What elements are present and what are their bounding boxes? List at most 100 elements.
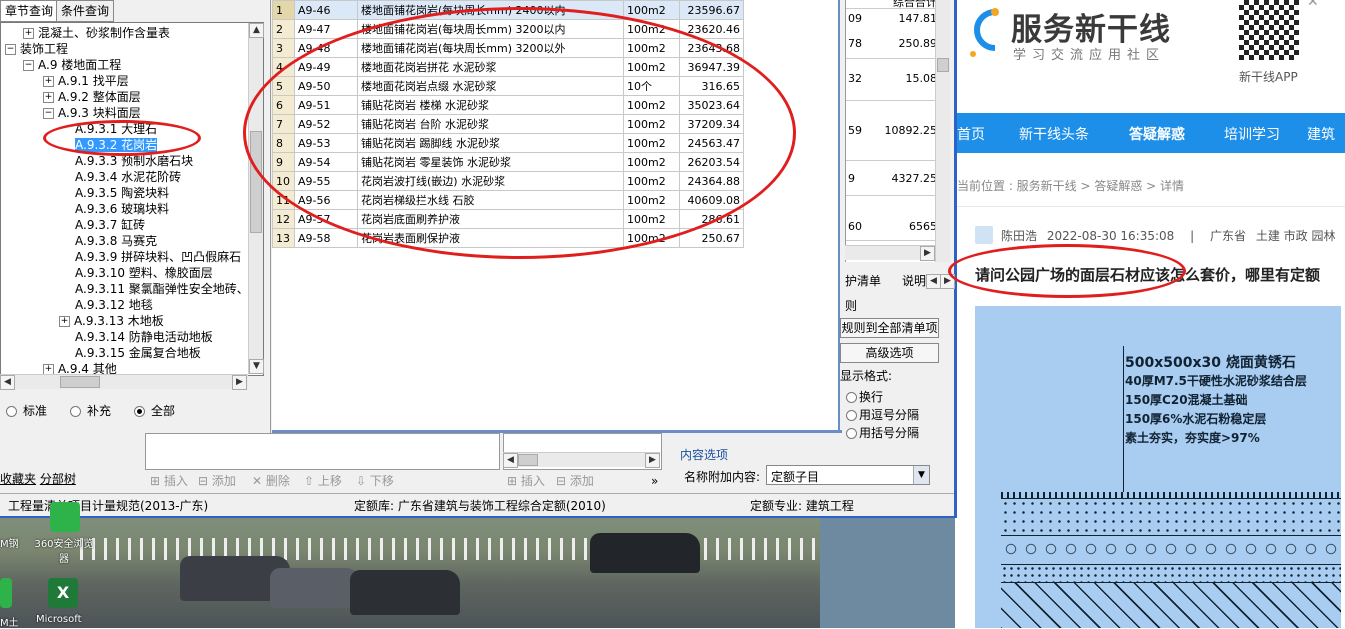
tab-maintain-list[interactable]: 护清单 — [845, 272, 881, 289]
post-meta: 陈田浩 2022-08-30 16:35:08 | 广东省 土建 市政 园林 — [1001, 229, 1336, 243]
car — [270, 568, 360, 608]
scroll-right-icon[interactable]: ▶ — [645, 453, 660, 468]
bg-grid-hscroll[interactable]: ▶ — [845, 245, 935, 261]
move-up-button[interactable]: ⇧ 上移 — [304, 472, 342, 490]
close-icon[interactable]: ✕ — [1307, 0, 1319, 10]
tree-vscroll[interactable]: ▲ ▼ — [248, 23, 264, 374]
arrow-up-icon: ⇧ — [304, 474, 315, 488]
tree-node[interactable]: − 装饰工程 — [5, 41, 68, 57]
tree-node[interactable]: A.9.3.15 金属复合地板 — [75, 345, 201, 361]
status-bar: 工程量清单项目计量规范(2013-广东) 定额库: 广东省建筑与装饰工程综合定额… — [0, 493, 954, 516]
scroll-thumb[interactable] — [518, 454, 538, 466]
expand-icon[interactable]: + — [23, 28, 34, 39]
advanced-options-button[interactable]: 高级选项 — [840, 343, 939, 363]
tree-node[interactable]: A.9.3.12 地毯 — [75, 297, 153, 313]
tree-node[interactable]: − A.9.3 块料面层 — [43, 105, 141, 121]
tree-node[interactable]: + A.9.1 找平层 — [43, 73, 129, 89]
expand-icon[interactable]: + — [43, 92, 54, 103]
add-button[interactable]: ⊟ 添加 — [198, 472, 236, 490]
append-content-select[interactable]: 定额子目 ▼ — [766, 465, 930, 485]
radio-supplement[interactable]: 补充 — [70, 402, 111, 419]
more-icon[interactable]: » — [651, 472, 658, 490]
display-format-label: 显示格式: — [840, 369, 893, 383]
construction-section-drawing[interactable]: 500x500x30 烧面黄锈石 40厚M7.5干硬性水泥砂浆结合层 150厚C… — [975, 306, 1341, 628]
description-box[interactable] — [145, 433, 500, 470]
tab-favorites[interactable]: 收藏夹 — [0, 472, 36, 486]
tree-node-label: A.9.3.10 塑料、橡胶面层 — [75, 266, 213, 280]
secondary-hscroll[interactable]: ◀ ▶ — [503, 452, 660, 468]
format-option-newline[interactable]: 换行 — [846, 388, 883, 405]
tree-node-label: A.9.3 块料面层 — [58, 106, 141, 120]
nav-qa[interactable]: 答疑解惑 — [1129, 124, 1185, 144]
nav-building[interactable]: 建筑 — [1307, 124, 1335, 144]
collapse-icon[interactable]: − — [5, 44, 16, 55]
insert-button-2[interactable]: ⊞ 插入 — [507, 472, 545, 490]
apply-rule-all-button[interactable]: 规则到全部清单项 — [840, 318, 939, 338]
tab-scroll-left-icon[interactable]: ◀ — [926, 274, 941, 289]
avatar[interactable] — [975, 226, 993, 244]
tree-node[interactable]: A.9.3.4 水泥花阶砖 — [75, 169, 181, 185]
scroll-left-icon[interactable]: ◀ — [0, 375, 15, 390]
tree-node[interactable]: A.9.3.6 玻璃块料 — [75, 201, 169, 217]
row-number: 2 — [272, 19, 295, 39]
excel-icon[interactable]: X — [48, 578, 78, 608]
tree-node[interactable]: A.9.3.5 陶瓷块料 — [75, 185, 169, 201]
tree-node[interactable]: A.9.3.8 马赛克 — [75, 233, 157, 249]
site-logo-icon[interactable] — [959, 4, 1005, 60]
tree-node[interactable]: + A.9.2 整体面层 — [43, 89, 141, 105]
post-location: 广东省 — [1210, 229, 1247, 243]
expand-icon[interactable]: + — [43, 76, 54, 87]
nav-training[interactable]: 培训学习 — [1224, 124, 1280, 144]
car — [590, 533, 700, 573]
tree-node[interactable]: A.9.3.10 塑料、橡胶面层 — [75, 265, 213, 281]
insert-button[interactable]: ⊞ 插入 — [150, 472, 188, 490]
collapse-icon[interactable]: − — [23, 60, 34, 71]
collapse-icon[interactable]: − — [43, 108, 54, 119]
annotation-line: 40厚M7.5干硬性水泥砂浆结合层 — [1125, 374, 1307, 388]
rule-label: 则 — [845, 299, 858, 313]
tree-node[interactable]: − A.9 楼地面工程 — [23, 57, 121, 73]
scroll-right-icon[interactable]: ▶ — [232, 375, 247, 390]
annotation-line: 500x500x30 烧面黄锈石 — [1125, 355, 1296, 371]
scroll-thumb[interactable] — [937, 58, 949, 72]
tree-node[interactable]: A.9.3.9 拼碎块料、凹凸假麻石 — [75, 249, 241, 265]
post-datetime: 2022-08-30 16:35:08 — [1046, 229, 1175, 243]
annotation-line: 150厚C20混凝土基础 — [1125, 393, 1248, 407]
nav-home[interactable]: 首页 — [957, 124, 985, 144]
tab-condition-query[interactable]: 条件查询 — [56, 0, 115, 22]
move-down-button[interactable]: ⇩ 下移 — [356, 472, 394, 490]
format-option-comma[interactable]: 用逗号分隔 — [846, 406, 919, 423]
tab-division-tree[interactable]: 分部树 — [40, 472, 76, 486]
tree-node[interactable]: + 混凝土、砂浆制作含量表 — [23, 25, 170, 41]
app-icon[interactable] — [0, 578, 12, 608]
tab-description[interactable]: 说明 — [902, 272, 926, 289]
scroll-right-icon[interactable]: ▶ — [920, 246, 935, 261]
tree-node[interactable]: A.9.3.7 缸砖 — [75, 217, 145, 233]
post-tags: 土建 市政 园林 — [1255, 229, 1336, 243]
insert-icon: ⊞ — [150, 474, 161, 488]
scroll-left-icon[interactable]: ◀ — [503, 453, 518, 468]
window-border — [272, 430, 842, 433]
tree-hscroll[interactable]: ◀ ▶ — [0, 374, 248, 390]
expand-icon[interactable]: + — [59, 316, 70, 327]
bg-grid-vscroll[interactable] — [935, 0, 950, 262]
site-logo-title: 服务新干线 — [1011, 12, 1171, 48]
nav-headlines[interactable]: 新干线头条 — [1019, 124, 1089, 144]
radio-standard[interactable]: 标准 — [6, 402, 47, 419]
chapter-tree[interactable]: + 混凝土、砂浆制作含量表 − 装饰工程 − A.9 楼地面工程 + A.9.1 找平层 + A.… — [0, 22, 264, 376]
delete-button[interactable]: ✕ 删除 — [252, 472, 290, 490]
status-quota-lib: 定额库: 广东省建筑与装饰工程综合定额(2010) — [354, 499, 606, 513]
chevron-down-icon[interactable]: ▼ — [913, 466, 929, 484]
author-name[interactable]: 陈田浩 — [1001, 229, 1037, 243]
browser-icon[interactable] — [50, 502, 80, 532]
tree-node[interactable]: A.9.3.14 防静电活动地板 — [75, 329, 213, 345]
tree-node[interactable]: + A.9.3.13 木地板 — [59, 313, 164, 329]
add-button-2[interactable]: ⊟ 添加 — [556, 472, 594, 490]
format-option-bracket[interactable]: 用括号分隔 — [846, 424, 919, 441]
scroll-thumb[interactable] — [60, 376, 100, 388]
tree-node[interactable]: A.9.3.11 聚氯酯弹性安全地砖、 — [75, 281, 249, 297]
tab-chapter-query[interactable]: 章节查询 — [0, 0, 59, 22]
scroll-up-icon[interactable]: ▲ — [249, 23, 264, 38]
radio-all[interactable]: 全部 — [134, 402, 175, 419]
scroll-down-icon[interactable]: ▼ — [249, 359, 264, 374]
